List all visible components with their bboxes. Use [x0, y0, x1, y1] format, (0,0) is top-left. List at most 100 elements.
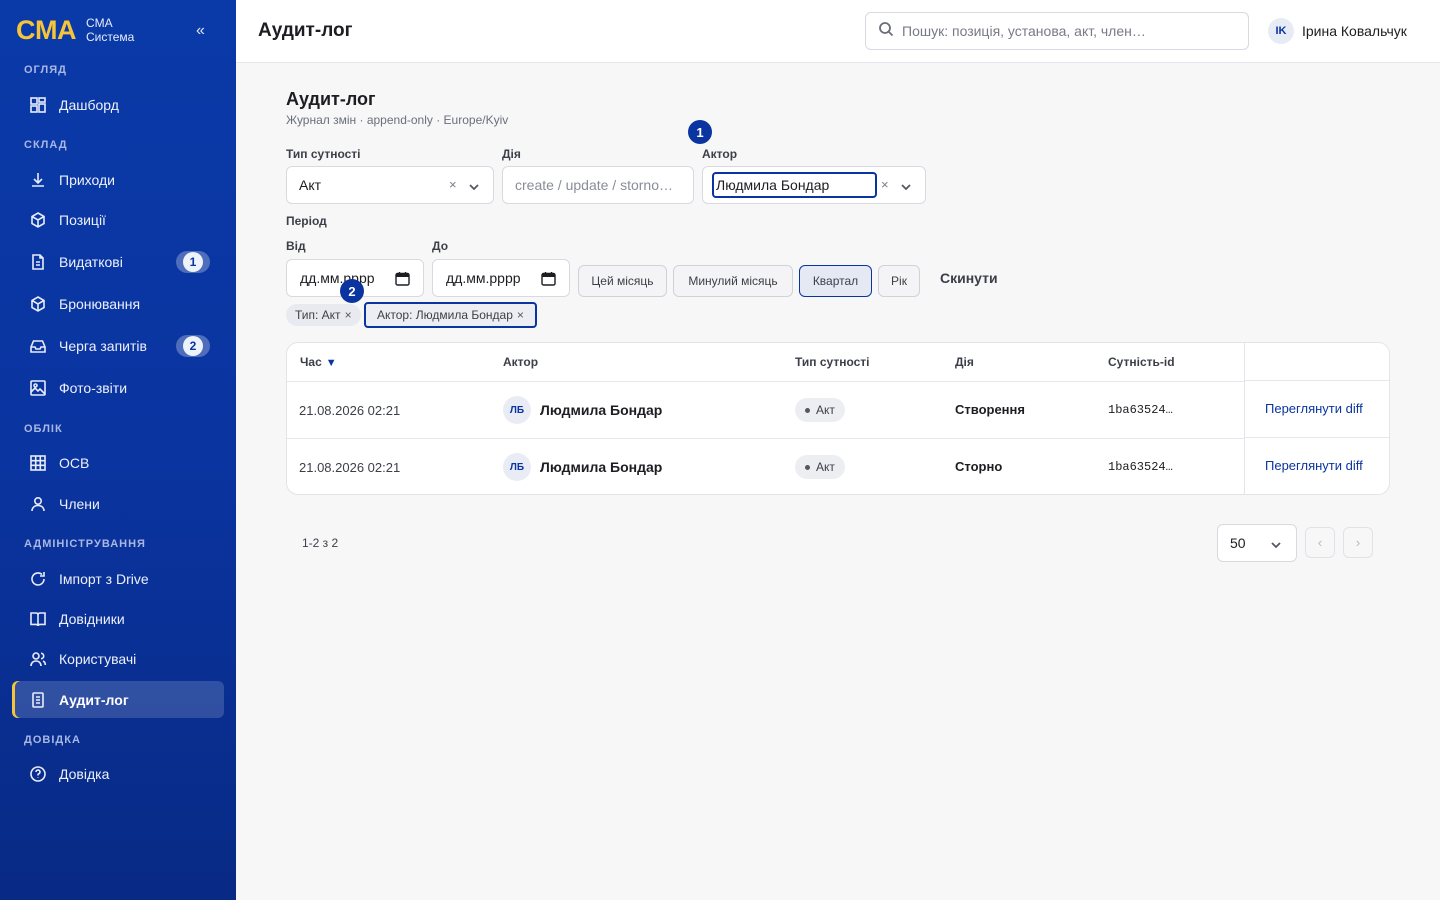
- column-header-action: Дія: [955, 355, 974, 369]
- search-input[interactable]: [902, 23, 1232, 39]
- user-icon: [28, 494, 47, 513]
- date-to-placeholder: дд.мм.рррр: [446, 270, 521, 286]
- sidebar: CMA CMA Система « ОГЛЯД Дашборд СКЛАД Пр…: [0, 0, 236, 900]
- sidebar-item-request-queue[interactable]: Черга запитів 2: [12, 327, 224, 364]
- entity-id-cell: 1ba63524…: [1108, 460, 1173, 474]
- column-header-entity-id: Сутність-id: [1108, 355, 1175, 369]
- clear-actor-button[interactable]: ×: [881, 177, 889, 192]
- clear-entity-type-button[interactable]: ×: [449, 177, 457, 192]
- divider: [1245, 437, 1389, 438]
- queue-count-badge: 2: [176, 334, 210, 357]
- header-title: Аудит-лог: [258, 20, 353, 41]
- actor-select[interactable]: Людмила Бондар ×: [702, 166, 926, 204]
- preset-quarter-button[interactable]: Квартал: [799, 265, 872, 297]
- sidebar-item-label: Довідка: [59, 765, 110, 782]
- prev-page-button[interactable]: ‹: [1305, 527, 1335, 558]
- entity-id-cell: 1ba63524…: [1108, 403, 1173, 417]
- reset-filters-button[interactable]: Скинути: [940, 270, 998, 286]
- actor-name: Людмила Бондар: [540, 402, 663, 418]
- page-size-select[interactable]: 50: [1217, 524, 1297, 562]
- chevron-down-icon[interactable]: [468, 180, 480, 192]
- view-diff-link[interactable]: Переглянути diff: [1265, 401, 1363, 416]
- sidebar-item-label: Приходи: [59, 171, 115, 188]
- inbox-icon: [28, 336, 47, 355]
- action-cell: Сторно: [955, 459, 1003, 474]
- column-header-time[interactable]: Час ▼: [300, 355, 337, 369]
- sidebar-item-users[interactable]: Користувачі: [12, 640, 224, 677]
- sidebar-item-osv[interactable]: ОСВ: [12, 444, 224, 481]
- active-filter-tag[interactable]: Актор: Людмила Бондар ×: [364, 302, 537, 328]
- refresh-icon: [28, 569, 47, 588]
- sidebar-item-help[interactable]: Довідка: [12, 755, 224, 792]
- next-page-button[interactable]: ›: [1343, 527, 1373, 558]
- remove-tag-icon[interactable]: ×: [345, 308, 352, 322]
- column-header-actor: Актор: [503, 355, 539, 369]
- sidebar-item-label: Видаткові: [59, 253, 123, 270]
- preset-this-month-button[interactable]: Цей місяць: [578, 265, 667, 297]
- avatar: ЛБ: [503, 396, 531, 424]
- view-diff-link[interactable]: Переглянути diff: [1265, 458, 1363, 473]
- preset-year-button[interactable]: Рік: [878, 265, 920, 297]
- chevron-down-icon: [1270, 538, 1282, 550]
- user-menu[interactable]: IK Ірина Ковальчук: [1268, 18, 1407, 44]
- box-icon: [28, 210, 47, 229]
- sidebar-item-members[interactable]: Члени: [12, 485, 224, 522]
- sidebar-item-label: Члени: [59, 495, 100, 512]
- audit-table: Час ▼ Актор Тип сутності Дія Сутність-id …: [286, 342, 1390, 495]
- preset-last-month-button[interactable]: Минулий місяць: [673, 265, 793, 297]
- from-label: Від: [286, 239, 306, 253]
- sidebar-item-photo-reports[interactable]: Фото-звіти: [12, 369, 224, 406]
- sidebar-item-audit-log[interactable]: Аудит-лог: [12, 681, 224, 718]
- column-header-entity-type: Тип сутності: [795, 355, 870, 369]
- sidebar-item-dashboard[interactable]: Дашборд: [12, 86, 224, 123]
- chevron-down-icon[interactable]: [900, 180, 912, 192]
- divider: [1245, 380, 1389, 381]
- sidebar-item-references[interactable]: Довідники: [12, 600, 224, 637]
- remove-tag-icon[interactable]: ×: [517, 308, 524, 322]
- actor-cell: ЛБ Людмила Бондар: [503, 396, 662, 424]
- brand-logo: CMA: [16, 14, 77, 45]
- download-icon: [28, 170, 47, 189]
- user-name: Ірина Ковальчук: [1302, 23, 1407, 39]
- sidebar-item-import-drive[interactable]: Імпорт з Drive: [12, 560, 224, 597]
- sidebar-item-label: Дашборд: [59, 96, 119, 113]
- table-row[interactable]: 21.08.2026 02:21 ЛБ Людмила Бондар Акт С…: [287, 438, 1389, 494]
- action-input[interactable]: create / update / storno…: [502, 166, 694, 204]
- action-placeholder: create / update / storno…: [515, 177, 673, 193]
- sidebar-item-label: Користувачі: [59, 650, 137, 667]
- search-icon: [878, 21, 902, 42]
- sort-desc-icon: ▼: [325, 357, 337, 369]
- actor-cell: ЛБ Людмила Бондар: [503, 453, 662, 481]
- sidebar-item-bookings[interactable]: Бронювання: [12, 285, 224, 322]
- period-label: Період: [286, 214, 327, 228]
- step-marker-1: 1: [688, 120, 712, 144]
- actor-input[interactable]: Людмила Бондар: [712, 172, 877, 198]
- action-cell: Створення: [955, 402, 1025, 417]
- grid-icon: [28, 453, 47, 472]
- sidebar-item-positions[interactable]: Позиції: [12, 201, 224, 238]
- active-filter-tag[interactable]: Тип: Акт ×: [286, 304, 361, 326]
- nav-section-overview: ОГЛЯД: [24, 64, 67, 76]
- sidebar-item-receipts[interactable]: Приходи: [12, 161, 224, 198]
- help-icon: [28, 764, 47, 783]
- nav-section-warehouse: СКЛАД: [24, 139, 68, 151]
- entity-type-select[interactable]: Акт ×: [286, 166, 494, 204]
- status-dot-icon: [805, 464, 810, 470]
- calendar-icon[interactable]: [541, 271, 556, 286]
- to-label: До: [432, 239, 449, 253]
- tag-label: Актор: Людмила Бондар: [377, 308, 513, 322]
- brand[interactable]: CMA CMA Система: [16, 16, 134, 44]
- calendar-icon[interactable]: [395, 271, 410, 286]
- entity-type-badge: Акт: [795, 398, 845, 422]
- sidebar-item-label: Довідники: [59, 610, 125, 627]
- image-icon: [28, 378, 47, 397]
- sidebar-item-expenses[interactable]: Видаткові 1: [12, 243, 224, 280]
- brand-line-1: CMA: [86, 16, 113, 30]
- collapse-sidebar-button[interactable]: «: [196, 22, 205, 40]
- search-box[interactable]: [865, 12, 1249, 50]
- nav-section-help: ДОВІДКА: [24, 734, 81, 746]
- sidebar-item-label: Імпорт з Drive: [59, 570, 149, 587]
- table-row[interactable]: 21.08.2026 02:21 ЛБ Людмила Бондар Акт С…: [287, 381, 1389, 438]
- date-to-input[interactable]: дд.мм.рррр: [432, 259, 570, 297]
- brand-text: CMA Система: [86, 16, 134, 44]
